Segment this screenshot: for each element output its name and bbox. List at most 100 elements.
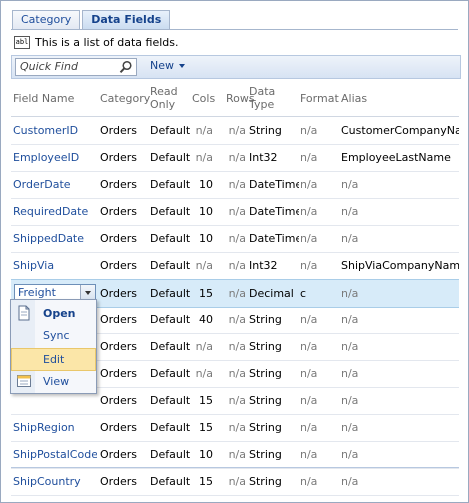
cell-rows: n/a	[228, 340, 246, 353]
cell-rows: n/a	[228, 287, 246, 300]
table-row[interactable]: ShipVia Orders Default n/a n/a Int32 n/a ShipVi…	[11, 252, 459, 280]
column-header-text: Type	[249, 98, 275, 111]
row-context-menu: Open Sync Edit View	[10, 299, 97, 394]
cell-format: n/a	[300, 340, 318, 353]
cell-format: n/a	[300, 232, 318, 245]
toolbar: Quick Find New	[11, 55, 461, 79]
cell-data-type: String	[249, 475, 282, 488]
cell-data-type: Int32	[249, 259, 278, 272]
cell-data-type: Decimal	[249, 287, 294, 300]
cell-field-name[interactable]: ShipCountry	[13, 475, 97, 488]
cell-alias: n/a	[341, 421, 359, 434]
cell-data-type: String	[249, 448, 282, 461]
data-fields-window: Category Data Fields abl This is a list …	[0, 0, 469, 503]
table-row[interactable]: ShipCountry Orders Default 15 n/a String n/a n/…	[11, 468, 459, 496]
cell-rows: n/a	[228, 367, 246, 380]
cell-format: n/a	[300, 421, 318, 434]
cell-category: Orders	[100, 394, 137, 407]
tab-data-fields[interactable]: Data Fields	[82, 10, 171, 30]
cell-field-name[interactable]: CustomerID	[13, 124, 97, 137]
cell-rows: n/a	[228, 178, 246, 191]
column-header-text: Alias	[341, 92, 368, 105]
menu-item-label: Open	[43, 307, 76, 320]
description-text: This is a list of data fields.	[35, 36, 179, 49]
cell-alias: n/a	[341, 394, 359, 407]
column-header-text: Data	[249, 85, 276, 98]
cell-data-type: String	[249, 394, 282, 407]
column-header-read-only[interactable]: Read Only	[150, 85, 178, 119]
menu-item-view[interactable]: View	[12, 371, 95, 392]
cell-field-name[interactable]: EmployeeID	[13, 151, 97, 164]
table-row[interactable]: ShipPostalCode Orders Default 10 n/a String n/…	[11, 441, 459, 469]
cell-field-name[interactable]: ShipPostalCode	[13, 448, 97, 461]
cell-rows: n/a	[228, 421, 246, 434]
cell-format: n/a	[300, 259, 318, 272]
cell-rows: n/a	[228, 394, 246, 407]
cell-format: c	[300, 287, 307, 300]
cell-cols: n/a	[195, 124, 213, 137]
table-row[interactable]: OrderDate Orders Default 10 n/a DateTime n/a n/…	[11, 171, 459, 199]
cell-category: Orders	[100, 340, 137, 353]
cell-cols: 10	[199, 205, 213, 218]
menu-item-sync[interactable]: Sync	[12, 325, 95, 346]
cell-rows: n/a	[228, 124, 246, 137]
cell-alias: CustomerCompanyName	[341, 124, 459, 137]
cell-alias: n/a	[341, 448, 359, 461]
cell-format: n/a	[300, 124, 318, 137]
quick-find-input[interactable]: Quick Find	[15, 58, 137, 76]
cell-alias: n/a	[341, 475, 359, 488]
column-header-data-type[interactable]: Data Type	[249, 85, 275, 119]
table-row[interactable]: RequiredDate Orders Default 10 n/a DateTime n/…	[11, 198, 459, 226]
cell-category: Orders	[100, 205, 137, 218]
tab-strip: Category Data Fields	[12, 10, 172, 30]
cell-cols: n/a	[195, 151, 213, 164]
new-button[interactable]: New	[150, 59, 185, 72]
cell-format: n/a	[300, 475, 318, 488]
quick-find-placeholder: Quick Find	[20, 60, 78, 73]
cell-read-only: Default	[150, 313, 191, 326]
cell-category: Orders	[100, 367, 137, 380]
cell-rows: n/a	[228, 205, 246, 218]
cell-alias: n/a	[341, 313, 359, 326]
table-row[interactable]: EmployeeID Orders Default n/a n/a Int32 n/a Emp…	[11, 144, 459, 172]
table-row[interactable]: ShippedDate Orders Default 10 n/a DateTime n/a…	[11, 225, 459, 253]
menu-item-edit[interactable]: Edit	[11, 348, 96, 371]
cell-field-name[interactable]: ShipVia	[13, 259, 97, 272]
menu-item-label: Sync	[43, 329, 70, 342]
cell-cols: 10	[199, 448, 213, 461]
search-icon[interactable]	[119, 60, 133, 74]
cell-read-only: Default	[150, 421, 191, 434]
cell-data-type: Int32	[249, 151, 278, 164]
cell-rows: n/a	[228, 448, 246, 461]
cell-alias: n/a	[341, 205, 359, 218]
cell-read-only: Default	[150, 124, 191, 137]
cell-field-name[interactable]: OrderDate	[13, 178, 97, 191]
tab-category[interactable]: Category	[12, 10, 81, 29]
cell-field-name[interactable]: ShipRegion	[13, 421, 97, 434]
cell-data-type: DateTime	[249, 232, 299, 245]
table-row[interactable]: ShipRegion Orders Default 15 n/a String n/a n/a	[11, 414, 459, 442]
cell-cols: 15	[199, 475, 213, 488]
cell-rows: n/a	[228, 259, 246, 272]
cell-field-name[interactable]: RequiredDate	[13, 205, 97, 218]
cell-read-only: Default	[150, 151, 191, 164]
tab-divider	[11, 29, 458, 30]
new-button-label: New	[150, 59, 174, 72]
cell-category: Orders	[100, 421, 137, 434]
menu-item-open[interactable]: Open	[12, 303, 95, 324]
cell-read-only: Default	[150, 205, 191, 218]
cell-rows: n/a	[228, 475, 246, 488]
cell-field-name[interactable]: ShippedDate	[13, 232, 97, 245]
cell-rows: n/a	[228, 232, 246, 245]
cell-read-only: Default	[150, 367, 191, 380]
cell-data-type: DateTime	[249, 205, 299, 218]
cell-data-type: DateTime	[249, 178, 299, 191]
cell-data-type: String	[249, 421, 282, 434]
cell-rows: n/a	[228, 151, 246, 164]
cell-cols: n/a	[195, 259, 213, 272]
cell-cols: n/a	[195, 367, 213, 380]
cell-category: Orders	[100, 313, 137, 326]
table-row[interactable]: CustomerID Orders Default n/a n/a String n/a Cu…	[11, 117, 459, 145]
cell-read-only: Default	[150, 448, 191, 461]
cell-category: Orders	[100, 151, 137, 164]
